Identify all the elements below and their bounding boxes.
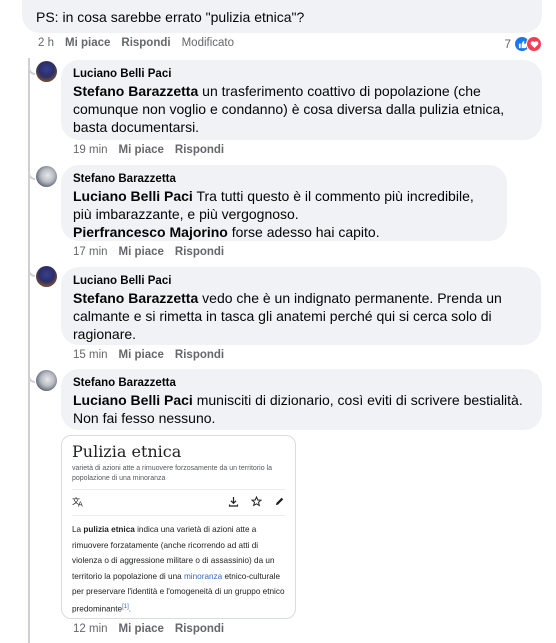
reply-bubble: Luciano Belli Paci Stefano Barazzetta un…	[61, 60, 542, 140]
reply-button[interactable]: Rispondi	[175, 246, 224, 258]
reply-bubble: Luciano Belli Paci Stefano Barazzetta ve…	[61, 267, 541, 345]
avatar[interactable]	[36, 370, 57, 391]
reaction-count: 7	[504, 37, 511, 51]
comment-actions: 17 min Mi piace Rispondi	[73, 246, 224, 258]
like-button[interactable]: Mi piace	[119, 623, 164, 635]
top-comment-actions: 2 h Mi piace Rispondi Modificato	[38, 37, 234, 49]
comment-text: forse adesso hai capito.	[227, 224, 380, 240]
comment-time[interactable]: 17 min	[73, 246, 108, 258]
avatar[interactable]	[36, 166, 57, 187]
comment-actions: 12 min Mi piace Rispondi	[73, 623, 224, 635]
comment-body: Luciano Belli Paci Tra tutti questo è il…	[73, 187, 495, 241]
comment-time[interactable]: 19 min	[73, 144, 108, 156]
like-button[interactable]: Mi piace	[119, 349, 164, 361]
thread-branch	[28, 369, 35, 383]
svg-text:A: A	[78, 501, 83, 508]
divider	[72, 515, 285, 516]
mention-link[interactable]: Luciano Belli Paci	[73, 188, 193, 204]
reply-button[interactable]: Rispondi	[121, 37, 170, 49]
wiki-bold-term: pulizia etnica	[83, 525, 135, 534]
wiki-title: Pulizia etnica	[72, 442, 182, 461]
comment-time[interactable]: 15 min	[73, 349, 108, 361]
comment-body: Stefano Barazzetta vedo che è un indigna…	[73, 289, 529, 343]
top-comment-text: PS: in cosa sarebbe errato "pulizia etni…	[36, 9, 305, 25]
thread-branch	[28, 61, 35, 75]
love-reaction-icon	[526, 36, 542, 52]
comment-body: Stefano Barazzetta un trasferimento coat…	[73, 82, 530, 136]
translate-icon: 文A	[72, 496, 85, 510]
mention-link[interactable]: Pierfrancesco Majorino	[73, 224, 228, 240]
like-button[interactable]: Mi piace	[65, 37, 110, 49]
comment-actions: 19 min Mi piace Rispondi	[73, 144, 224, 156]
comment-author[interactable]: Stefano Barazzetta	[73, 375, 530, 391]
comment-time[interactable]: 12 min	[73, 623, 108, 635]
comment-body: Luciano Belli Paci munisciti di dizionar…	[73, 391, 530, 427]
comment-author[interactable]: Luciano Belli Paci	[73, 273, 529, 289]
wiki-text: La	[72, 525, 84, 534]
top-comment-time[interactable]: 2 h	[38, 37, 54, 49]
reply-button[interactable]: Rispondi	[175, 623, 224, 635]
reply-button[interactable]: Rispondi	[175, 349, 224, 361]
avatar[interactable]	[36, 61, 57, 82]
wiki-text: .	[128, 604, 132, 614]
thread-line	[28, 58, 30, 643]
reply-button[interactable]: Rispondi	[175, 144, 224, 156]
mention-link[interactable]: Stefano Barazzetta	[73, 83, 198, 99]
comment-actions: 15 min Mi piace Rispondi	[73, 349, 224, 361]
thread-branch	[28, 263, 35, 277]
like-button[interactable]: Mi piace	[119, 246, 164, 258]
edit-icon	[274, 496, 285, 510]
reply-bubble: Stefano Barazzetta Luciano Belli Paci mu…	[61, 369, 542, 430]
mention-link[interactable]: Stefano Barazzetta	[73, 290, 198, 306]
wiki-toolbar: 文A	[72, 494, 285, 512]
divider	[72, 489, 285, 490]
wiki-reference: [1]	[122, 603, 129, 610]
mention-link[interactable]: Luciano Belli Paci	[73, 392, 193, 408]
edited-label: Modificato	[181, 37, 235, 49]
reactions-summary[interactable]: 7	[504, 36, 542, 52]
thread-branch	[28, 166, 35, 180]
download-icon	[228, 496, 239, 510]
comment-author[interactable]: Luciano Belli Paci	[73, 66, 530, 82]
wiki-subtitle: varietà di azioni atte a rimuovere forzo…	[72, 465, 272, 482]
comment-author[interactable]: Stefano Barazzetta	[73, 171, 495, 187]
attached-image[interactable]: Pulizia etnica varietà di azioni atte a …	[61, 435, 296, 619]
wiki-body: La pulizia etnica indica una varietà di …	[72, 522, 285, 617]
star-icon	[250, 495, 263, 510]
like-button[interactable]: Mi piace	[119, 144, 164, 156]
wiki-link: minoranza	[183, 571, 223, 581]
avatar[interactable]	[36, 266, 57, 287]
reply-bubble: Stefano Barazzetta Luciano Belli Paci Tr…	[61, 165, 507, 241]
top-comment-bubble: PS: in cosa sarebbe errato "pulizia etni…	[22, 0, 542, 33]
